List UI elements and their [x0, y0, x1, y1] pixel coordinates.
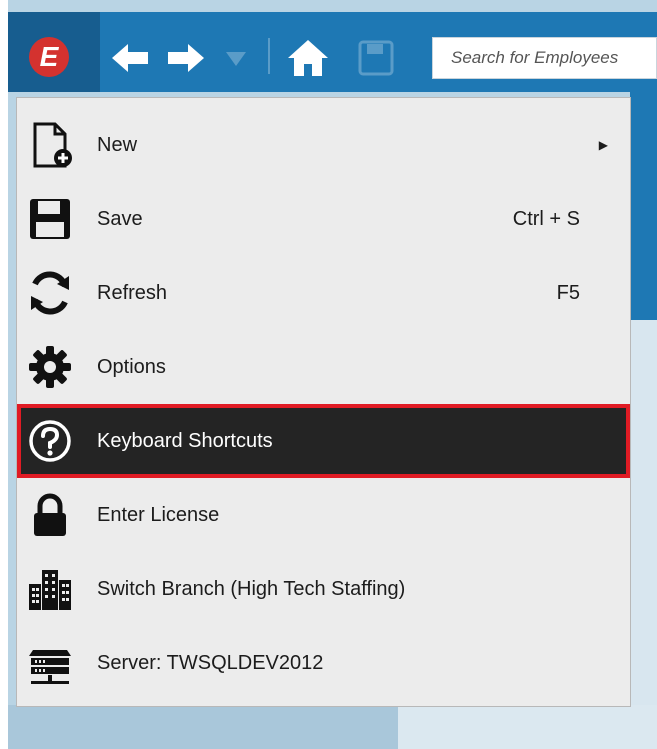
app-menu: New ▶ Save Ctrl + S Refresh F5 Options K…	[16, 97, 631, 707]
toolbar-separator	[268, 38, 270, 74]
background-chart-area	[398, 705, 657, 749]
home-icon[interactable]	[286, 38, 330, 78]
gear-icon	[29, 346, 71, 388]
lock-icon	[34, 493, 66, 536]
submenu-arrow-icon: ▶	[598, 138, 608, 152]
menu-item-server[interactable]: Server: TWSQLDEV2012	[17, 626, 630, 700]
menu-item-label: New	[97, 134, 138, 156]
background-content	[630, 320, 657, 749]
search-input[interactable]: Search for Employees	[432, 37, 657, 79]
menu-item-label: Options	[97, 356, 166, 378]
save-icon	[30, 199, 70, 239]
app-logo-icon[interactable]: E	[29, 37, 69, 77]
menu-item-save[interactable]: Save Ctrl + S	[17, 182, 630, 256]
menu-item-label: Keyboard Shortcuts	[97, 430, 273, 452]
background-panel	[630, 92, 657, 320]
menu-item-shortcut: F5	[556, 282, 580, 304]
menu-item-label: Save	[97, 208, 143, 230]
background-panel-lower	[8, 705, 398, 749]
save-icon[interactable]	[358, 40, 394, 76]
menu-item-shortcut: Ctrl + S	[512, 208, 580, 230]
menu-item-new[interactable]: New ▶	[17, 108, 630, 182]
dropdown-triangle-icon[interactable]	[224, 50, 248, 68]
menu-item-label: Server: TWSQLDEV2012	[97, 652, 324, 674]
menu-item-label: Switch Branch (High Tech Staffing)	[97, 578, 406, 600]
menu-item-keyboard-shortcuts[interactable]: Keyboard Shortcuts	[17, 404, 630, 478]
menu-item-switch-branch[interactable]: Switch Branch (High Tech Staffing)	[17, 552, 630, 626]
menu-item-label: Refresh	[97, 282, 168, 304]
menu-item-enter-license[interactable]: Enter License	[17, 478, 630, 552]
refresh-icon	[31, 271, 69, 315]
menu-item-refresh[interactable]: Refresh F5	[17, 256, 630, 330]
buildings-icon	[29, 570, 71, 610]
help-icon	[29, 420, 71, 462]
forward-arrow-icon[interactable]	[166, 42, 206, 74]
server-icon	[29, 650, 71, 684]
menu-item-options[interactable]: Options	[17, 330, 630, 404]
new-document-icon	[33, 122, 72, 168]
back-arrow-icon[interactable]	[110, 42, 150, 74]
menu-item-label: Enter License	[97, 504, 220, 526]
